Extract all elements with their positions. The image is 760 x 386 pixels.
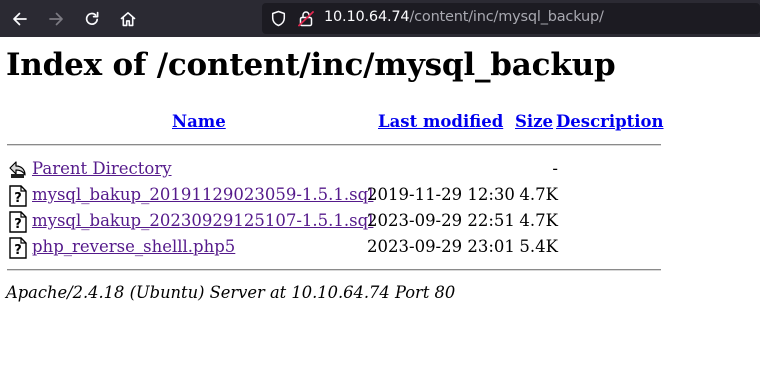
insecure-lock-icon[interactable] — [298, 10, 314, 27]
svg-text:?: ? — [14, 217, 22, 232]
file-link[interactable]: php_reverse_shelll.php5 — [32, 237, 235, 256]
reload-icon — [85, 11, 99, 25]
parent-directory-link[interactable]: Parent Directory — [32, 159, 172, 178]
file-size: 4.7K — [519, 185, 558, 204]
reload-button[interactable] — [79, 6, 105, 32]
forward-arrow-icon — [49, 12, 63, 26]
file-modified: 2023-09-29 23:01 — [367, 237, 515, 256]
footer-divider — [7, 269, 661, 271]
back-arrow-icon — [13, 12, 27, 26]
svg-text:?: ? — [14, 191, 22, 206]
file-row: ? mysql_bakup_20230929125107-1.5.1.sql 2… — [6, 209, 666, 233]
column-header-name-cell: Name — [172, 112, 226, 134]
column-header-size[interactable]: Size — [515, 112, 553, 131]
unknown-file-icon: ? — [9, 237, 27, 259]
forward-button[interactable] — [43, 6, 69, 32]
file-link[interactable]: mysql_bakup_20191129023059-1.5.1.sql — [32, 185, 373, 204]
home-icon — [120, 12, 136, 27]
file-row: ? mysql_bakup_20191129023059-1.5.1.sql 2… — [6, 183, 666, 207]
column-header-size-cell: Size — [515, 112, 553, 134]
parent-directory-row: Parent Directory - — [6, 157, 666, 181]
file-row: ? php_reverse_shelll.php5 2023-09-29 23:… — [6, 235, 666, 259]
back-button[interactable] — [7, 6, 33, 32]
column-header-description-cell: Description — [556, 112, 664, 134]
column-header-description[interactable]: Description — [556, 112, 664, 131]
file-size: 4.7K — [519, 211, 558, 230]
file-link[interactable]: mysql_bakup_20230929125107-1.5.1.sql — [32, 211, 373, 230]
home-button[interactable] — [115, 6, 141, 32]
url-text[interactable]: 10.10.64.74/content/inc/mysql_backup/ — [324, 9, 604, 25]
column-header-last-modified[interactable]: Last modified — [378, 112, 503, 131]
back-folder-icon — [9, 161, 26, 178]
server-signature: Apache/2.4.18 (Ubuntu) Server at 10.10.6… — [6, 283, 456, 302]
header-divider — [7, 144, 661, 146]
column-header-name[interactable]: Name — [172, 112, 226, 131]
file-size: 5.4K — [519, 237, 558, 256]
unknown-file-icon: ? — [9, 185, 27, 207]
url-host: 10.10.64.74 — [324, 9, 410, 25]
page-title: Index of /content/inc/mysql_backup — [6, 47, 616, 83]
file-modified: 2023-09-29 22:51 — [367, 211, 515, 230]
browser-toolbar: 10.10.64.74/content/inc/mysql_backup/ — [0, 0, 760, 37]
parent-directory-size: - — [552, 159, 558, 178]
svg-text:?: ? — [14, 243, 22, 258]
url-path: /content/inc/mysql_backup/ — [409, 9, 604, 25]
file-modified: 2019-11-29 12:30 — [367, 185, 515, 204]
address-bar[interactable]: 10.10.64.74/content/inc/mysql_backup/ — [262, 3, 760, 34]
column-header-last-modified-cell: Last modified — [378, 112, 503, 134]
unknown-file-icon: ? — [9, 211, 27, 233]
tracking-protection-shield-icon[interactable] — [270, 10, 287, 27]
